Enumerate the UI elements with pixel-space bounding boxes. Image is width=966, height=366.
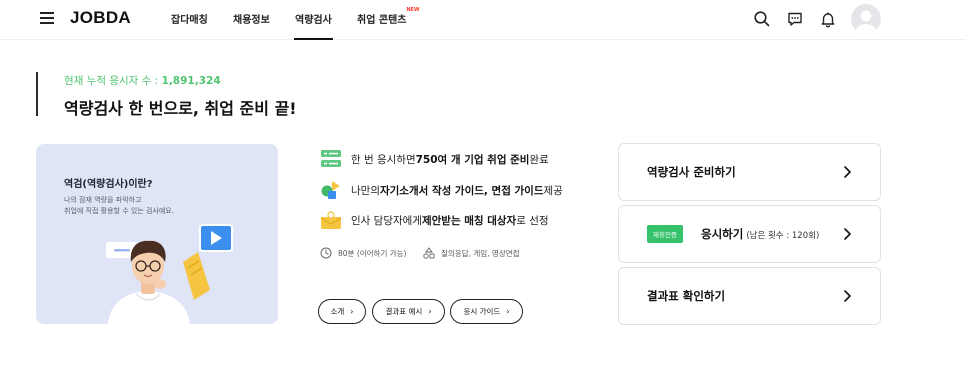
top-header: JOBDA 잡다매칭 채용정보 역량검사 취업 콘텐츠 NEW [0, 0, 966, 40]
nav-item-contents-label: 취업 콘텐츠 [357, 15, 407, 26]
check-result-label: 결과표 확인하기 [647, 289, 726, 303]
search-icon[interactable] [753, 10, 771, 28]
list-icon [321, 150, 341, 167]
nav-item-assessment[interactable]: 역량검사 [294, 11, 333, 40]
character-illustration [106, 224, 233, 324]
test-guide-button-label: 응시 가이드 [463, 307, 501, 316]
feature-matching-bold: 제안받는 매칭 대상자 [421, 214, 517, 227]
chevron-right-icon [844, 166, 851, 178]
feature-item-matching: 인사 담당자에게 제안받는 매칭 대상자 로 선정 [320, 210, 549, 230]
remaining-count: (남은 횟수 : 120회) [746, 231, 820, 241]
take-assessment-label: 응시하기 (남은 횟수 : 120회) [701, 226, 819, 242]
feature-matching-pre: 인사 담당자에게 [351, 214, 422, 227]
feature-item-companies: 한 번 응시하면 750여 개 기업 취업 준비 완료 [320, 149, 549, 169]
chevron-right-icon [844, 290, 851, 302]
applicant-count-label: 현재 누적 응시자 수 : [64, 75, 162, 87]
avatar[interactable] [851, 4, 881, 34]
result-sample-button[interactable]: 결과표 예시 › [372, 299, 445, 324]
feature-guide-bold: 자기소개서 작성 가이드, 면접 가이드 [379, 184, 544, 197]
envelope-icon [320, 211, 342, 229]
applicant-count-value: 1,891,324 [161, 75, 221, 87]
duration-text: 80분 (이어하기 가능) [338, 248, 407, 258]
feature-item-guide: 나만의 자기소개서 작성 가이드, 면접 가이드 제공 [320, 180, 563, 200]
feature-companies-pre: 한 번 응시하면 [351, 153, 416, 166]
test-types-info: 질의응답, 게임, 영상면접 [423, 247, 520, 259]
intro-card[interactable]: 역검(역량검사)이란? 나의 잠재 역량을 파악하고 취업에 직접 활용할 수 … [36, 144, 278, 324]
test-types-text: 질의응답, 게임, 영상면접 [441, 248, 520, 258]
shapes-icon [321, 181, 340, 199]
nav-item-matching[interactable]: 잡다매칭 [171, 11, 208, 26]
chevron-right-icon: › [350, 307, 354, 316]
take-assessment-text: 응시하기 [701, 227, 744, 241]
intro-button[interactable]: 소개 › [318, 299, 366, 324]
prepare-assessment-label: 역량검사 준비하기 [647, 165, 736, 179]
clock-icon [320, 247, 332, 259]
feature-guide-pre: 나만의 [351, 184, 380, 197]
logo[interactable]: JOBDA [70, 8, 131, 28]
page-title: 역량검사 한 번으로, 취업 준비 끝! [64, 99, 297, 118]
chevron-right-icon [844, 228, 851, 240]
feature-companies-bold: 750여 개 기업 취업 준비 [415, 153, 530, 166]
nav-item-jobs[interactable]: 채용정보 [233, 11, 270, 26]
duration-info: 80분 (이어하기 가능) [320, 247, 406, 259]
feature-companies-post: 완료 [529, 153, 549, 166]
intro-button-label: 소개 [330, 307, 345, 316]
chevron-right-icon: › [428, 307, 432, 316]
shapes-outline-icon [423, 247, 435, 259]
applicant-count: 현재 누적 응시자 수 : 1,891,324 [64, 73, 221, 88]
message-icon[interactable] [786, 10, 804, 28]
avatar-icon [855, 10, 877, 34]
prepare-assessment-card[interactable]: 역량검사 준비하기 [618, 143, 881, 201]
bell-icon[interactable] [819, 10, 837, 28]
take-assessment-card[interactable]: 제휴인증 응시하기 (남은 횟수 : 120회) [618, 205, 881, 263]
feature-matching-post: 로 선정 [516, 214, 549, 227]
new-badge: NEW [406, 7, 420, 13]
partner-badge: 제휴인증 [647, 225, 683, 243]
check-result-card[interactable]: 결과표 확인하기 [618, 267, 881, 325]
chevron-right-icon: › [506, 307, 510, 316]
nav-item-contents[interactable]: 취업 콘텐츠 NEW [357, 7, 419, 26]
menu-icon[interactable] [40, 12, 54, 24]
feature-guide-post: 제공 [543, 184, 563, 197]
result-sample-button-label: 결과표 예시 [385, 307, 423, 316]
test-guide-button[interactable]: 응시 가이드 › [450, 299, 523, 324]
title-accent-bar [36, 72, 38, 116]
